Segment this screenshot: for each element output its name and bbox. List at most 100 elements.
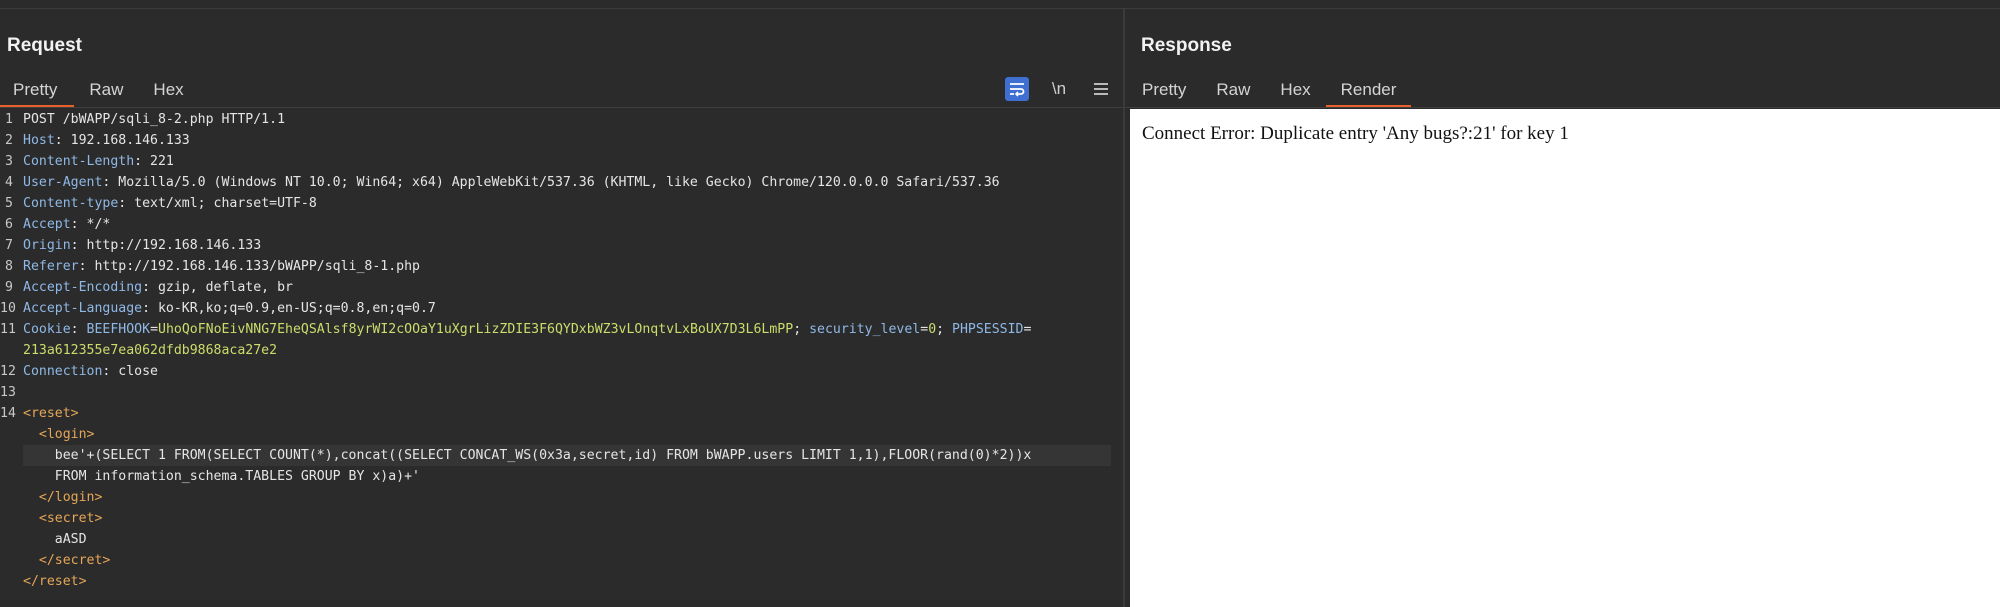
line-number: 4 (5, 175, 13, 190)
request-tabs: Pretty Raw Hex (0, 71, 199, 108)
code-line: <login> (0, 424, 1123, 445)
line-code: Cookie: BEEFHOOK=UhoQoFNoEivNNG7EheQSAls… (23, 319, 1031, 340)
code-token: bee'+(SELECT 1 FROM(SELECT COUNT(*),conc… (23, 448, 1032, 463)
code-token: : http://192.168.146.133 (70, 238, 262, 253)
code-token: User-Agent (23, 175, 103, 190)
tab-raw[interactable]: Raw (74, 71, 138, 107)
line-code: FROM information_schema.TABLES GROUP BY … (23, 466, 420, 487)
code-token: </secret> (38, 553, 111, 568)
code-token: 213a612355e7ea062dfdb9868aca27e2 (23, 343, 278, 358)
line-code: </secret> (23, 550, 110, 571)
code-token: FROM information_schema.TABLES GROUP BY … (23, 469, 420, 484)
line-code: Content-Length: 221 (23, 151, 174, 172)
code-token: : 221 (134, 154, 174, 169)
code-line: aASD (0, 529, 1123, 550)
tabs-divider (0, 107, 1123, 108)
code-token: POST /bWAPP/sqli_8-2.php HTTP/1.1 (23, 112, 286, 127)
tab-raw[interactable]: Raw (1201, 71, 1265, 107)
code-token: = (920, 322, 929, 337)
code-line: 7 Origin: http://192.168.146.133 (0, 235, 1123, 256)
code-token: = (1023, 322, 1032, 337)
request-editor[interactable]: 1 POST /bWAPP/sqli_8-2.php HTTP/1.1 2 Host:… (0, 109, 1123, 607)
hamburger-menu-icon[interactable] (1089, 77, 1113, 101)
line-number: 13 (0, 385, 16, 400)
line-code: <login> (23, 424, 95, 445)
newline-toggle[interactable]: \n (1047, 77, 1071, 101)
line-number: 12 (0, 364, 16, 379)
code-line: 1 POST /bWAPP/sqli_8-2.php HTTP/1.1 (0, 109, 1123, 130)
code-token: Cookie (23, 322, 71, 337)
code-line: 11 Cookie: BEEFHOOK=UhoQoFNoEivNNG7EheQSA… (0, 319, 1123, 340)
code-line: 3 Content-Length: 221 (0, 151, 1123, 172)
code-token: Content-type (23, 196, 119, 211)
wrap-lines-icon[interactable] (1005, 77, 1029, 101)
line-code: Host: 192.168.146.133 (23, 130, 190, 151)
line-number: 3 (5, 154, 13, 169)
line-code: 213a612355e7ea062dfdb9868aca27e2 (23, 340, 277, 361)
code-token: Host (23, 133, 55, 148)
tab-hex[interactable]: Hex (138, 71, 198, 107)
code-token: <reset> (23, 406, 79, 421)
code-token: </reset> (23, 574, 87, 589)
code-line: </reset> (0, 571, 1123, 592)
code-token: UhoQoFNoEivNNG7EheQSAlsf8yrWI2cOOaY1uXgr… (158, 322, 794, 337)
line-code: aASD (23, 529, 87, 550)
code-line: bee'+(SELECT 1 FROM(SELECT COUNT(*),conc… (0, 445, 1123, 466)
request-pane: Request Pretty Raw Hex \n 1 POST /bWAPP/s… (0, 9, 1123, 607)
code-line: <secret> (0, 508, 1123, 529)
render-text: Connect Error: Duplicate entry 'Any bugs… (1142, 123, 1569, 144)
code-token: ; (936, 322, 953, 337)
code-line: 2 Host: 192.168.146.133 (0, 130, 1123, 151)
tab-pretty[interactable]: Pretty (1127, 71, 1201, 107)
render-view: Connect Error: Duplicate entry 'Any bugs… (1130, 109, 2000, 607)
tabs-divider (1125, 107, 2000, 108)
code-token: </login> (38, 490, 103, 505)
tab-pretty[interactable]: Pretty (0, 71, 75, 108)
line-code: User-Agent: Mozilla/5.0 (Windows NT 10.0… (23, 172, 1000, 193)
line-code: Connection: close (23, 361, 158, 382)
code-token: : */* (70, 217, 111, 232)
line-number: 11 (0, 322, 16, 337)
line-number: 6 (5, 217, 13, 232)
code-token: : http://192.168.146.133/bWAPP/sqli_8-1.… (78, 259, 420, 274)
code-line: 13 (0, 382, 1123, 403)
response-pane: Response Pretty Raw Hex Render Connect E… (1125, 9, 2000, 607)
tab-render[interactable]: Render (1325, 71, 1412, 108)
tab-hex[interactable]: Hex (1265, 71, 1325, 107)
code-line: 10 Accept-Language: ko-KR,ko;q=0.9,en-US;… (0, 298, 1123, 319)
response-tabs: Pretty Raw Hex Render (1127, 71, 1412, 108)
code-token: = (150, 322, 159, 337)
line-code: <secret> (23, 508, 103, 529)
code-line: </login> (0, 487, 1123, 508)
line-number: 7 (5, 238, 13, 253)
code-line: 213a612355e7ea062dfdb9868aca27e2 (0, 340, 1123, 361)
line-number: 9 (5, 280, 13, 295)
code-line: 6 Accept: */* (0, 214, 1123, 235)
line-code: Origin: http://192.168.146.133 (23, 235, 261, 256)
line-code: </login> (23, 487, 103, 508)
code-token: Origin (23, 238, 71, 253)
code-token: : ko-KR,ko;q=0.9,en-US;q=0.8,en;q=0.7 (142, 301, 436, 316)
code-token: ; (793, 322, 810, 337)
code-line: </secret> (0, 550, 1123, 571)
code-token: Accept-Encoding (23, 280, 143, 295)
code-token: aASD (23, 532, 87, 547)
code-line: 12 Connection: close (0, 361, 1123, 382)
code-token: : Mozilla/5.0 (Windows NT 10.0; Win64; x… (102, 175, 1000, 190)
code-line: 5 Content-type: text/xml; charset=UTF-8 (0, 193, 1123, 214)
code-token: <login> (38, 427, 95, 442)
code-token: : close (102, 364, 158, 379)
code-token: <secret> (38, 511, 103, 526)
top-bar (0, 0, 2000, 9)
code-token: 0 (928, 322, 937, 337)
line-number: 14 (0, 406, 16, 421)
line-code: <reset> (23, 403, 79, 424)
response-title: Response (1141, 35, 1232, 56)
code-token: PHPSESSID (952, 322, 1024, 337)
line-number: 1 (5, 112, 13, 127)
line-code: Accept-Encoding: gzip, deflate, br (23, 277, 293, 298)
